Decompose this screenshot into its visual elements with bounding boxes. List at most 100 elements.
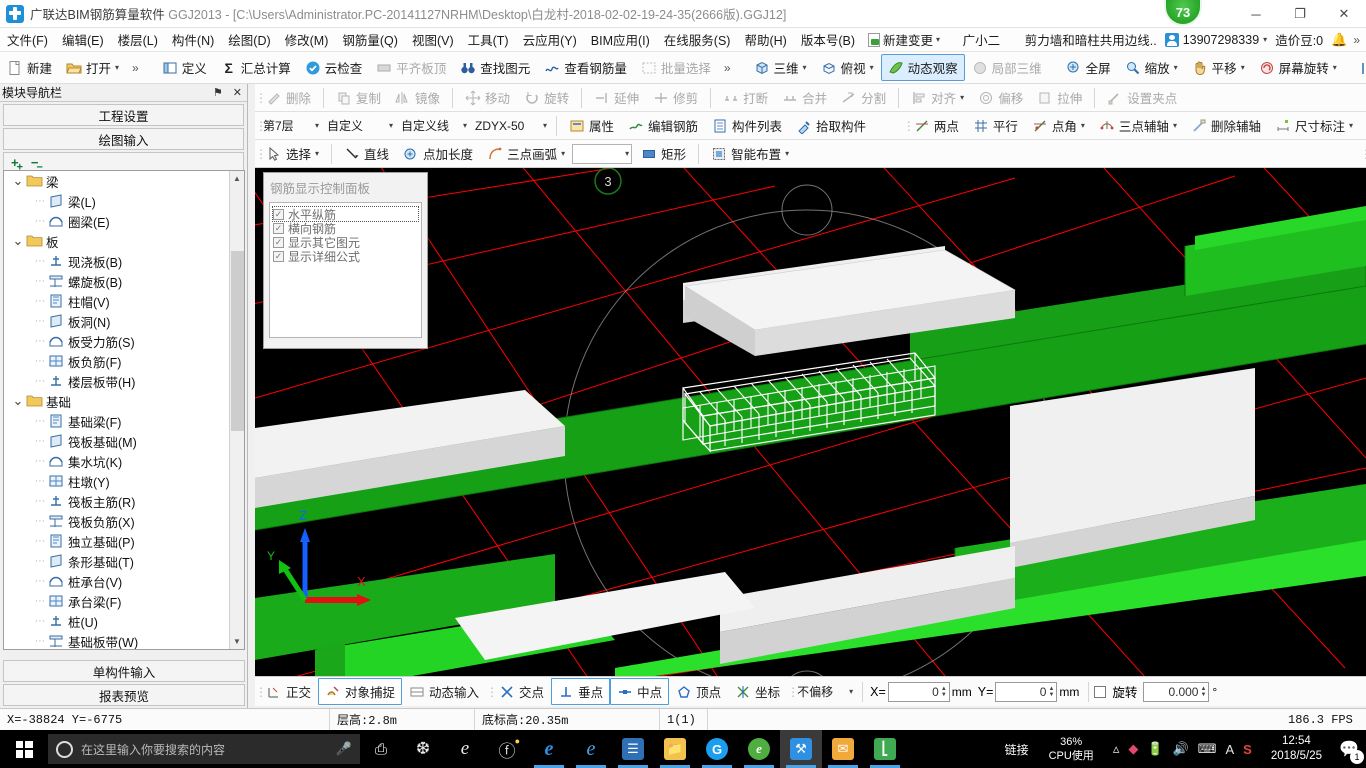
pick-element-button[interactable]: 拾取构件 bbox=[789, 112, 873, 139]
sidebar-item-single-element-input[interactable]: 单构件输入 bbox=[3, 660, 245, 682]
scroll-thumb[interactable] bbox=[231, 251, 244, 431]
snap-midpoint[interactable]: 中点 bbox=[610, 678, 670, 705]
tree-item-row[interactable]: ⋯ 桩(U) bbox=[4, 611, 230, 631]
view-rebar-button[interactable]: 查看钢筋量 bbox=[537, 54, 634, 81]
offset-button[interactable]: 偏移 bbox=[971, 84, 1030, 111]
category-chevron-down-icon[interactable]: ▾ bbox=[389, 121, 393, 130]
summary-calc-button[interactable]: Σ 汇总计算 bbox=[214, 54, 298, 81]
zoom-button[interactable]: 缩放 ▾ bbox=[1118, 54, 1185, 81]
three-point-axis-chevron-down-icon[interactable]: ▾ bbox=[1173, 121, 1177, 130]
element-list-button[interactable]: 构件列表 bbox=[705, 112, 789, 139]
category-select[interactable]: 自定义 ▾ bbox=[323, 116, 395, 135]
taskbar-search-box[interactable]: 在这里输入你要搜索的内容 🎤 bbox=[48, 734, 360, 764]
tree-item-row[interactable]: ⋯ 桩承台(V) bbox=[4, 571, 230, 591]
menu-floor[interactable]: 楼层(L) bbox=[111, 28, 165, 51]
ie-browser-icon[interactable]: e bbox=[444, 730, 486, 768]
checkbox-transverse[interactable]: ✓ bbox=[273, 222, 284, 234]
tree-item-row[interactable]: ⋯ 独立基础(P) bbox=[4, 531, 230, 551]
tree-item-row[interactable]: ⋯ 柱墩(Y) bbox=[4, 471, 230, 491]
cloud-check-button[interactable]: 云检查 bbox=[298, 54, 370, 81]
line-tool-button[interactable]: 直线 bbox=[337, 140, 396, 167]
select-floor-button[interactable]: 选择楼层 bbox=[1354, 54, 1366, 81]
tree-item-row[interactable]: ⋯ 柱帽(V) bbox=[4, 291, 230, 311]
tree-rows[interactable]: ⌄ 梁 ⋯ 梁(L) ⋯ 圈梁(E) ⌄ 板 ⋯ 现浇板(B) ⋯ 螺旋板(B) ⋯ 柱帽(V) ⋯ 板洞(N… bbox=[4, 171, 230, 649]
object-snap-toggle[interactable]: 对象捕捉 bbox=[318, 678, 403, 705]
score-badge[interactable]: 73 bbox=[1166, 0, 1200, 24]
checkbox-horizontal-longitudinal[interactable]: ✓ bbox=[273, 208, 284, 220]
menu-bim-app[interactable]: BIM应用(I) bbox=[584, 28, 657, 51]
fullscreen-button[interactable]: 全屏 bbox=[1059, 54, 1118, 81]
point-angle-chevron-down-icon[interactable]: ▾ bbox=[1081, 121, 1085, 130]
sidebar-item-draw-input[interactable]: 绘图输入 bbox=[3, 128, 244, 150]
checkbox-show-other-elements[interactable]: ✓ bbox=[273, 236, 284, 248]
tree-item-row[interactable]: ⋯ 螺旋板(B) bbox=[4, 271, 230, 291]
tray-battery-icon[interactable]: 🔋 bbox=[1147, 741, 1163, 757]
keyboard-icon[interactable]: ⌨ bbox=[1198, 741, 1217, 757]
y-offset-input[interactable]: 0 ▲ ▼ bbox=[995, 681, 1058, 702]
link-label[interactable]: 链接 bbox=[995, 741, 1039, 758]
tree-item-row[interactable]: ⋯ 基础梁(F) bbox=[4, 411, 230, 431]
element-type-chevron-down-icon[interactable]: ▾ bbox=[463, 121, 467, 130]
mirror-button[interactable]: 镜像 bbox=[388, 84, 447, 111]
chevron-down-icon[interactable]: ⌄ bbox=[10, 393, 26, 409]
draw-mode-chevron-down-icon[interactable]: ▾ bbox=[625, 149, 629, 158]
dynamic-observe-button[interactable]: 动态观察 bbox=[880, 54, 965, 81]
three-d-button[interactable]: 三维 ▾ bbox=[747, 54, 814, 81]
copy-button[interactable]: 复制 bbox=[329, 84, 388, 111]
tree-item-row[interactable]: ⋯ 筏板主筋(R) bbox=[4, 491, 230, 511]
menu-online-service[interactable]: 在线服务(S) bbox=[657, 28, 738, 51]
parallel-axis-button[interactable]: 平行 bbox=[966, 112, 1025, 139]
select-tool-chevron-down-icon[interactable]: ▾ bbox=[315, 149, 319, 158]
delete-button[interactable]: 删除 bbox=[259, 84, 318, 111]
dimension-button[interactable]: 尺寸标注 ▾ bbox=[1268, 112, 1360, 139]
tip-link[interactable]: 剪力墙和暗柱共用边线.. bbox=[1017, 29, 1165, 50]
element-name-select[interactable]: ZDYX-50 ▾ bbox=[471, 116, 549, 135]
toolbar-mid-overflow-icon[interactable]: » bbox=[718, 61, 737, 75]
set-grip-button[interactable]: 设置夹点 bbox=[1100, 84, 1184, 111]
batch-select-button[interactable]: 批量选择 bbox=[634, 54, 718, 81]
offset-mode-chevron-down-icon[interactable]: ▾ bbox=[849, 687, 853, 696]
tree-item-row[interactable]: ⋯ 筏板基础(M) bbox=[4, 431, 230, 451]
chevron-down-icon[interactable]: ⌄ bbox=[10, 173, 26, 189]
menu-help[interactable]: 帮助(H) bbox=[737, 28, 793, 51]
glodon-app-icon[interactable]: ⚒ bbox=[780, 730, 822, 768]
tree-item-row[interactable]: ⋯ 板受力筋(S) bbox=[4, 331, 230, 351]
tree-item-row[interactable]: ⋯ 承台梁(F) bbox=[4, 591, 230, 611]
account-area[interactable]: 13907298339 ▾ bbox=[1164, 32, 1267, 47]
spiral-app-icon[interactable]: ⓕ ● bbox=[486, 730, 528, 768]
taskbar-clock[interactable]: 12:54 2018/5/25 bbox=[1261, 734, 1332, 764]
y-offset-spinner[interactable]: ▲ ▼ bbox=[1048, 686, 1054, 698]
rebar-display-control-panel[interactable]: 钢筋显示控制面板 ✓ 水平纵筋 ✓ 横向钢筋 ✓ 显示其它图元 ✓ 显示详细公式 bbox=[263, 172, 428, 349]
rotate-spinner[interactable]: ▲ ▼ bbox=[1200, 686, 1206, 698]
pin-icon[interactable]: ⚑ bbox=[208, 86, 228, 99]
three-point-arc-button[interactable]: 三点画弧 ▾ bbox=[480, 140, 572, 167]
tree-folder-row[interactable]: ⌄ 梁 bbox=[4, 171, 230, 191]
new-change-button[interactable]: 新建变更 ▾ bbox=[862, 29, 946, 50]
menu-version[interactable]: 版本号(B) bbox=[794, 28, 862, 51]
edge-browser-icon[interactable]: e bbox=[528, 730, 570, 768]
component-tree[interactable]: ⌄ 梁 ⋯ 梁(L) ⋯ 圈梁(E) ⌄ 板 ⋯ 现浇板(B) ⋯ 螺旋板(B) ⋯ 柱帽(V) ⋯ 板洞(N… bbox=[3, 170, 245, 650]
menu-edit[interactable]: 编辑(E) bbox=[55, 28, 111, 51]
draw-mode-select[interactable]: ▾ bbox=[572, 143, 633, 164]
cpu-usage-widget[interactable]: 36% CPU使用 bbox=[1039, 735, 1104, 763]
task-view-icon[interactable]: ⎙ bbox=[360, 730, 402, 768]
microphone-icon[interactable]: 🎤 bbox=[336, 741, 352, 757]
tray-diamond-icon[interactable]: ◆ bbox=[1128, 741, 1138, 757]
align-button[interactable]: 对齐 ▾ bbox=[904, 84, 971, 111]
move-button[interactable]: 移动 bbox=[458, 84, 517, 111]
sidebar-item-report-preview[interactable]: 报表预览 bbox=[3, 684, 245, 706]
select-tool-button[interactable]: 选择 ▾ bbox=[259, 140, 326, 167]
snap-intersection[interactable]: 交点 bbox=[492, 678, 551, 705]
menu-draw[interactable]: 绘图(D) bbox=[221, 28, 277, 51]
tree-item-row[interactable]: ⋯ 板洞(N) bbox=[4, 311, 230, 331]
find-element-button[interactable]: 查找图元 bbox=[453, 54, 537, 81]
floor-chevron-down-icon[interactable]: ▾ bbox=[315, 121, 319, 130]
toolbar-open-button[interactable]: 打开 ▾ bbox=[59, 54, 126, 81]
extend-button[interactable]: 延伸 bbox=[587, 84, 646, 111]
rotate-input[interactable]: 0.000 ▲ ▼ bbox=[1143, 681, 1210, 702]
file-explorer-icon[interactable]: 📁 bbox=[654, 730, 696, 768]
stretch-button[interactable]: 拉伸 bbox=[1030, 84, 1089, 111]
glodon-gtj-icon[interactable]: ⎣ bbox=[864, 730, 906, 768]
point-angle-axis-button[interactable]: 点角 ▾ bbox=[1025, 112, 1092, 139]
align-chevron-down-icon[interactable]: ▾ bbox=[960, 93, 964, 102]
